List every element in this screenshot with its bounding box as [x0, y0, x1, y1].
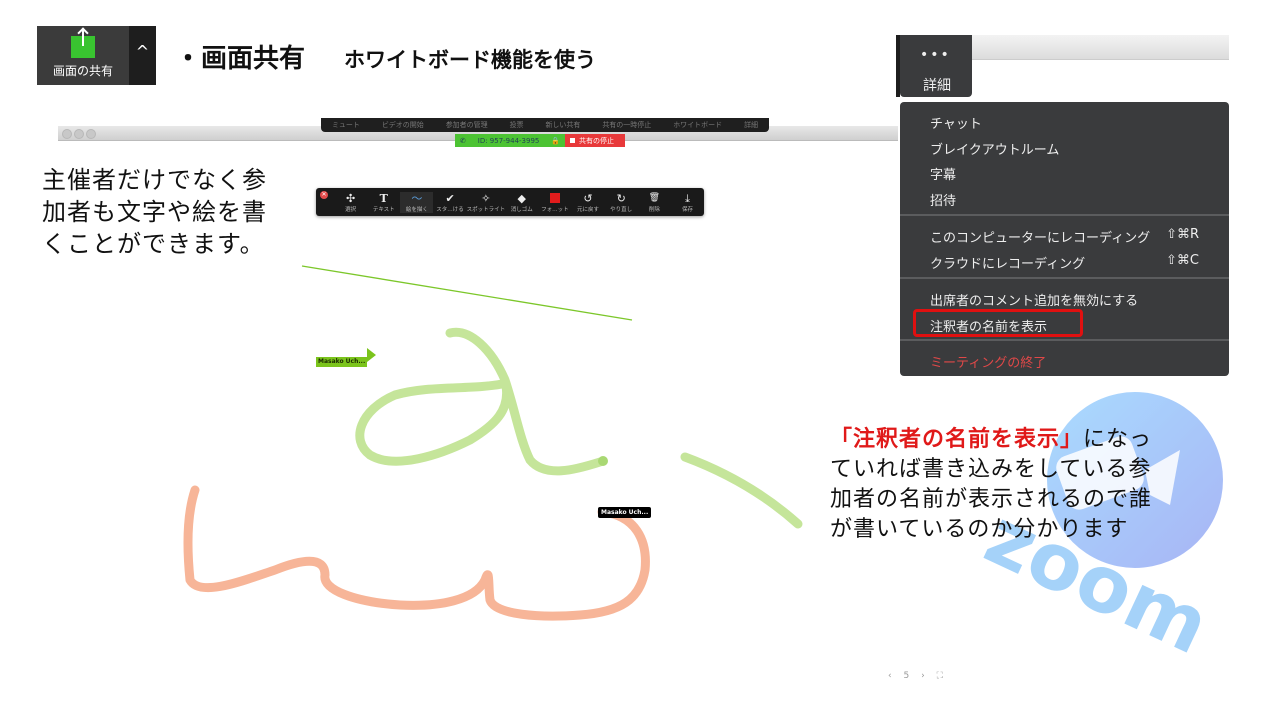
prev-slide-button[interactable]: ‹	[888, 671, 892, 681]
menu-divider	[900, 277, 1229, 279]
window-zoom-dot[interactable]	[86, 129, 96, 139]
redo-icon: ↻	[616, 191, 626, 205]
annotation-toolbar: ✕ ✣ 選択 T テキスト 〜絵を描く ✔ スタ…ける ✧ スポットライト ◆ 消しゴム …	[316, 188, 704, 216]
tool-spotlight[interactable]: ✧ スポットライト	[467, 192, 506, 213]
orange-freehand-stroke	[183, 485, 650, 621]
text-icon: T	[379, 191, 388, 205]
spotlight-icon: ✧	[481, 191, 491, 205]
green-dash-stroke	[680, 452, 803, 529]
tool-delete[interactable]: 🗑 削除	[638, 192, 671, 213]
signal-icon: ✆	[460, 136, 466, 145]
toolbar-item[interactable]: ビデオの開始	[382, 120, 424, 130]
menu-divider	[900, 214, 1229, 216]
tool-save[interactable]: ⤓ 保存	[671, 192, 704, 213]
toolbar-item[interactable]: 新しい共有	[545, 120, 580, 130]
more-button[interactable]: ••• 詳細	[900, 35, 972, 97]
toolbar-item[interactable]: 投票	[510, 120, 524, 130]
more-dots-icon: •••	[920, 47, 951, 63]
undo-icon: ↺	[583, 191, 593, 205]
tool-eraser[interactable]: ◆ 消しゴム	[505, 192, 538, 213]
toolbar-item[interactable]: 共有の一時停止	[602, 120, 651, 130]
green-freehand-stroke	[355, 327, 605, 476]
right-description: 「注釈者の名前を表示」になっていれば書き込みをしている参加者の名前が表示されるの…	[830, 425, 1160, 545]
tool-redo[interactable]: ↻ やり直し	[605, 192, 638, 213]
annotator-name-tag: Masako Uch...	[598, 507, 652, 518]
close-icon[interactable]: ✕	[320, 191, 328, 199]
trash-icon: 🗑	[648, 192, 661, 203]
toolbar-item[interactable]: 詳細	[744, 120, 758, 130]
shortcut-record-cloud: ⇧⌘C	[1166, 253, 1199, 268]
annotator-name-arrow: Masako Uch...	[316, 348, 377, 367]
menu-item-captions[interactable]: 字幕	[930, 164, 956, 183]
menu-item-chat[interactable]: チャット	[930, 113, 982, 132]
highlight-box	[913, 309, 1083, 337]
share-screen-button[interactable]: 画面の共有	[37, 26, 129, 85]
format-color-swatch	[549, 192, 560, 203]
caret-up-icon[interactable]: ^	[129, 26, 156, 85]
menu-item-record-cloud[interactable]: クラウドにレコーディング	[930, 253, 1085, 272]
green-stroke-dot	[598, 456, 608, 466]
stop-share-button[interactable]: 共有の停止	[565, 134, 625, 147]
slide-subtitle: ホワイトボード機能を使う	[344, 48, 596, 72]
next-slide-button[interactable]: ›	[921, 671, 925, 681]
stamp-icon: ✔	[445, 191, 455, 205]
menu-item-breakout[interactable]: ブレイクアウトルーム	[930, 139, 1059, 158]
menu-item-disable-comments[interactable]: 出席者のコメント追加を無効にする	[930, 290, 1138, 309]
tool-text[interactable]: T テキスト	[367, 192, 400, 213]
annotator-name: Masako Uch...	[316, 357, 368, 367]
menu-item-end-meeting[interactable]: ミーティングの終了	[930, 352, 1046, 371]
page-number: 5	[903, 671, 910, 681]
meeting-toolbar: ミュート ビデオの開始 参加者の管理 投票 新しい共有 共有の一時停止 ホワイト…	[321, 118, 769, 132]
menu-item-invite[interactable]: 招待	[930, 190, 956, 209]
stop-icon	[570, 138, 575, 143]
toolbar-item[interactable]: ホワイトボード	[673, 120, 722, 130]
stop-share-label: 共有の停止	[579, 136, 614, 145]
window-minimize-dot[interactable]	[74, 129, 84, 139]
save-icon: ⤓	[685, 191, 690, 205]
share-upload-icon	[71, 30, 95, 58]
left-description: 主催者だけでなく参加者も文字や絵を書くことができます。	[42, 166, 267, 258]
eraser-icon: ◆	[517, 191, 526, 205]
tool-draw[interactable]: 〜絵を描く	[400, 191, 434, 213]
tool-format[interactable]: フォ…ット	[538, 192, 571, 213]
meeting-id-badge: ✆ ID: 957-944-3995 🔒	[455, 134, 565, 147]
window-close-dot[interactable]	[62, 129, 72, 139]
shortcut-record-local: ⇧⌘R	[1166, 227, 1199, 242]
slide-navigation: ‹ 5 › ⛶	[888, 671, 952, 681]
toolbar-item[interactable]: 参加者の管理	[446, 120, 488, 130]
tool-stamp[interactable]: ✔ スタ…ける	[433, 192, 466, 213]
move-icon: ✣	[345, 191, 356, 205]
tool-select[interactable]: ✣ 選択	[334, 192, 367, 213]
toolbar-item[interactable]: ミュート	[332, 120, 360, 130]
menu-item-record-local[interactable]: このコンピューターにレコーディング	[930, 227, 1150, 246]
slide-title: ・画面共有	[175, 44, 306, 74]
green-line-stroke	[301, 265, 633, 321]
menu-divider	[900, 339, 1229, 341]
share-screen-label: 画面の共有	[52, 64, 113, 78]
sharing-status-bar: ✆ ID: 957-944-3995 🔒 共有の停止	[455, 134, 625, 147]
lock-icon: 🔒	[551, 136, 560, 145]
fullscreen-icon[interactable]: ⛶	[937, 671, 943, 681]
meeting-id: ID: 957-944-3995	[477, 136, 540, 145]
highlight-text: 「注釈者の名前を表示」	[830, 427, 1084, 452]
draw-icon: 〜	[411, 191, 423, 205]
more-label: 詳細	[923, 78, 951, 94]
arrow-icon	[367, 348, 377, 362]
tool-undo[interactable]: ↺ 元に戻す	[571, 192, 604, 213]
